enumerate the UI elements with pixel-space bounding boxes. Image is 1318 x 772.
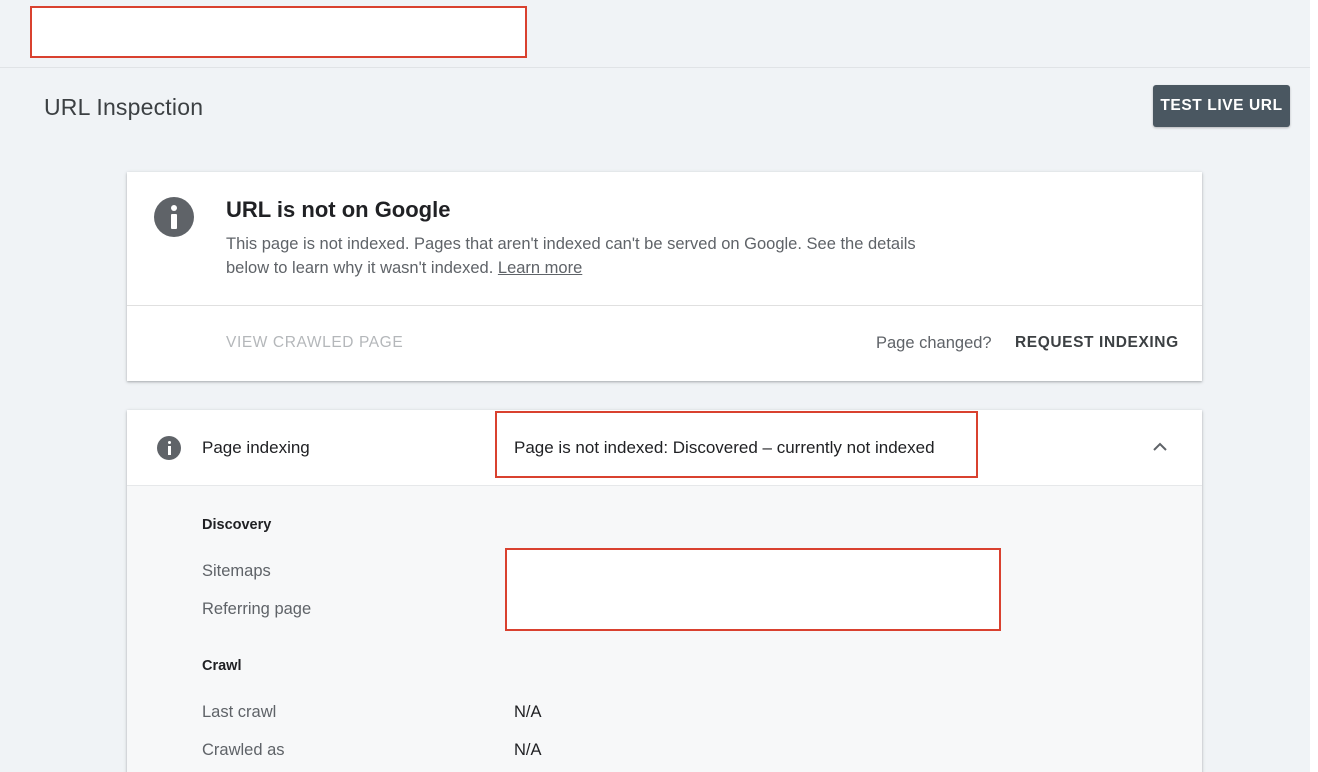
page: URL Inspection TEST LIVE URL URL is not …: [0, 0, 1318, 772]
view-crawled-page-button[interactable]: VIEW CRAWLED PAGE: [226, 334, 403, 352]
status-title: URL is not on Google: [226, 197, 451, 222]
redacted-property-selector: [30, 6, 527, 58]
topbar-divider: [0, 67, 1310, 68]
discovery-section-title: Discovery: [202, 517, 272, 533]
sitemaps-label: Sitemaps: [202, 562, 271, 580]
info-icon: [157, 436, 181, 460]
right-edge: [1310, 0, 1318, 772]
last-crawl-value: N/A: [514, 703, 542, 721]
redacted-discovery-values: [505, 548, 1001, 631]
last-crawl-label: Last crawl: [202, 703, 277, 721]
page-title: URL Inspection: [44, 94, 204, 120]
page-indexing-details: Discovery Sitemaps Referring page Crawl …: [127, 486, 1202, 772]
test-live-url-button[interactable]: TEST LIVE URL: [1153, 85, 1290, 127]
learn-more-link[interactable]: Learn more: [498, 259, 582, 277]
page-indexing-label: Page indexing: [202, 438, 310, 457]
request-indexing-button[interactable]: REQUEST INDEXING: [1015, 334, 1179, 352]
crawled-as-value: N/A: [514, 741, 542, 759]
status-card: URL is not on Google This page is not in…: [127, 172, 1202, 381]
info-icon: [154, 197, 194, 237]
crawl-section-title: Crawl: [202, 658, 242, 674]
referring-page-label: Referring page: [202, 600, 312, 618]
status-description: This page is not indexed. Pages that are…: [226, 232, 926, 280]
status-annotation-box: [495, 411, 978, 478]
chevron-up-icon[interactable]: [1152, 439, 1168, 455]
card-divider: [127, 305, 1202, 306]
page-indexing-card: Page indexing Page is not indexed: Disco…: [127, 410, 1202, 772]
page-changed-label: Page changed?: [876, 334, 992, 352]
page-indexing-header[interactable]: Page indexing Page is not indexed: Disco…: [127, 410, 1202, 486]
crawled-as-label: Crawled as: [202, 741, 285, 759]
